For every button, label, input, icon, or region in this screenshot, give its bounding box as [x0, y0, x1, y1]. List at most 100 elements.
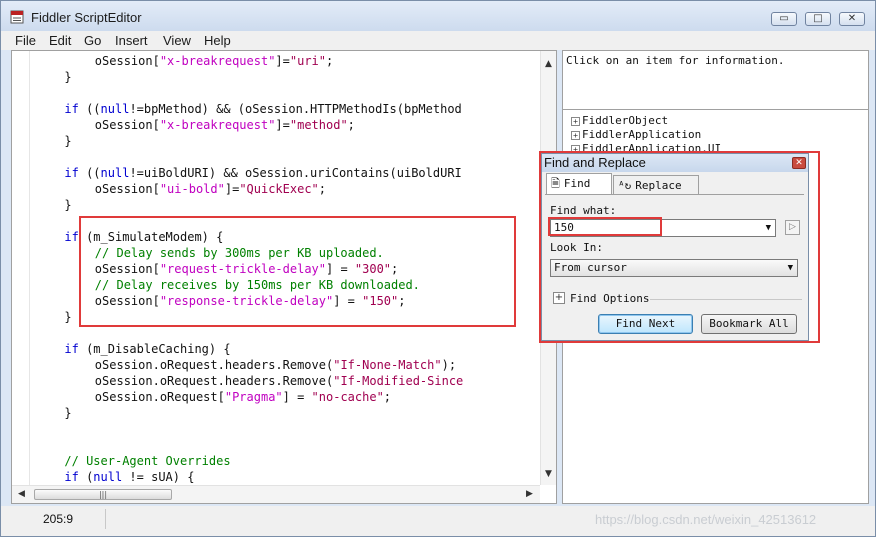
pane-divider[interactable] [563, 109, 868, 110]
code-line: if (m_SimulateModem) { [64, 229, 223, 245]
code-token: ; [318, 182, 327, 196]
code-line: } [64, 197, 71, 213]
code-token: "150" [362, 294, 399, 308]
code-token: ; [326, 54, 334, 68]
tree-expand-icon[interactable]: + [571, 116, 580, 126]
status-bar: 205:9 https://blog.csdn.net/weixin_42513… [1, 506, 875, 536]
tree-item-fiddlerobject[interactable]: + FiddlerObject [571, 114, 668, 127]
tree-item-label: FiddlerApplication [582, 128, 702, 141]
code-token: oSession[ [94, 118, 160, 132]
find-what-value: 150 [554, 221, 574, 234]
info-text: Click on an item for information. [566, 54, 785, 67]
code-token: "response-trickle-delay" [159, 294, 334, 308]
code-line: } [64, 405, 71, 421]
code-token: null [100, 166, 130, 180]
code-line: oSession["x-breakrequest"]="uri"; [95, 53, 333, 69]
tree-item-fiddlerapplication[interactable]: + FiddlerApplication [571, 128, 701, 141]
close-icon: ✕ [847, 13, 857, 24]
chevron-right-icon: ▷ [789, 222, 796, 232]
code-token: "uri" [289, 54, 326, 68]
menu-edit[interactable]: Edit [49, 33, 71, 48]
code-line: if ((null!=bpMethod) && (oSession.HTTPMe… [64, 101, 461, 117]
code-line: oSession.oRequest.headers.Remove("If-Non… [95, 357, 456, 373]
scroll-up-icon[interactable]: ▲ [545, 59, 552, 69]
code-token: "request-trickle-delay" [159, 262, 326, 276]
code-token: } [64, 134, 72, 148]
bookmark-all-button[interactable]: Bookmark All [701, 314, 797, 334]
code-editor[interactable]: oSession["x-breakrequest"]="uri";} if ((n… [11, 50, 557, 504]
code-token: if [64, 342, 79, 356]
menu-go[interactable]: Go [84, 33, 101, 48]
code-token: ; [347, 118, 355, 132]
code-token: ; [398, 294, 406, 308]
code-token: ); [441, 358, 457, 372]
code-token: != sUA) { [122, 470, 195, 484]
code-line: // Delay receives by 150ms per KB downlo… [95, 277, 420, 293]
scroll-down-icon[interactable]: ▼ [545, 469, 552, 479]
code-token: } [64, 70, 72, 84]
tab-find[interactable]: 🗎 Find [546, 173, 612, 195]
code-token: "ui-bold" [159, 182, 225, 196]
code-token: ( [78, 470, 94, 484]
chevron-down-icon[interactable]: ▼ [766, 220, 771, 236]
tab-replace[interactable]: ᴬ↻ Replace [613, 175, 699, 195]
options-divider [650, 299, 802, 300]
code-line: // User-Agent Overrides [64, 453, 230, 469]
code-token: "no-cache" [311, 390, 384, 404]
scroll-left-icon[interactable]: ◀ [18, 489, 25, 499]
code-token: (( [78, 102, 101, 116]
find-what-combo[interactable]: 150 ▼ [550, 219, 776, 237]
code-token: ]= [224, 182, 240, 196]
close-button[interactable]: ✕ [839, 12, 865, 26]
look-in-label: Look In: [550, 241, 603, 254]
maximize-button[interactable]: □ [805, 12, 831, 26]
code-token: "Pragma" [224, 390, 283, 404]
horizontal-scroll-thumb[interactable]: ||| [34, 489, 172, 500]
code-token: // Delay sends by 300ms per KB uploaded. [94, 246, 384, 260]
code-token: ; [391, 262, 399, 276]
look-in-select[interactable]: From cursor ▼ [550, 259, 798, 277]
watermark: https://blog.csdn.net/weixin_42513612 [595, 512, 817, 527]
code-token: (( [78, 166, 101, 180]
menu-help[interactable]: Help [204, 33, 231, 48]
window-title: Fiddler ScriptEditor [31, 10, 142, 25]
horizontal-scrollbar[interactable]: ◀ ||| ▶ [12, 485, 540, 503]
tab-replace-label: Replace [635, 179, 682, 192]
code-token: ] = [326, 262, 355, 276]
code-line: } [64, 69, 71, 85]
menu-view[interactable]: View [163, 33, 191, 48]
dialog-title[interactable]: Find and Replace [542, 154, 808, 172]
code-line: // Delay sends by 300ms per KB uploaded. [95, 245, 384, 261]
code-text-area[interactable]: oSession["x-breakrequest"]="uri";} if ((n… [30, 53, 540, 485]
scroll-right-icon[interactable]: ▶ [526, 489, 533, 499]
minimize-button[interactable]: ▭ [771, 12, 797, 26]
find-options-label[interactable]: Find Options [570, 292, 649, 305]
tab-find-label: Find [563, 177, 591, 190]
code-token: oSession[ [94, 182, 160, 196]
tree-expand-icon[interactable]: + [571, 130, 580, 140]
code-line: oSession["x-breakrequest"]="method"; [95, 117, 355, 133]
maximize-icon: □ [813, 13, 823, 24]
code-token: // User-Agent Overrides [64, 454, 231, 468]
chevron-down-icon[interactable]: ▼ [788, 260, 793, 276]
code-token: } [64, 406, 72, 420]
dialog-close-icon[interactable]: ✕ [792, 157, 806, 169]
code-token: "x-breakrequest" [159, 54, 276, 68]
title-bar[interactable]: Fiddler ScriptEditor ▭ □ ✕ [1, 1, 875, 31]
code-token: if [64, 470, 79, 484]
menu-bar: File Edit Go Insert View Help [1, 31, 875, 50]
expression-builder-button[interactable]: ▷ [785, 220, 800, 235]
code-line: oSession.oRequest.headers.Remove("If-Mod… [95, 373, 463, 389]
menu-insert[interactable]: Insert [115, 33, 148, 48]
code-token: "x-breakrequest" [159, 118, 276, 132]
menu-file[interactable]: File [15, 33, 36, 48]
code-token: "300" [354, 262, 392, 276]
find-options-expand-icon[interactable]: + [553, 292, 565, 304]
code-token: ] = [282, 390, 312, 404]
code-token: } [64, 198, 72, 212]
code-token: } [64, 310, 72, 324]
code-token: // Delay receives by 150ms per KB downlo… [94, 278, 420, 292]
dialog-body: Find what: 150 ▼ ▷ Look In: From cursor … [545, 194, 804, 338]
code-line: } [64, 309, 71, 325]
find-next-button[interactable]: Find Next [598, 314, 693, 334]
